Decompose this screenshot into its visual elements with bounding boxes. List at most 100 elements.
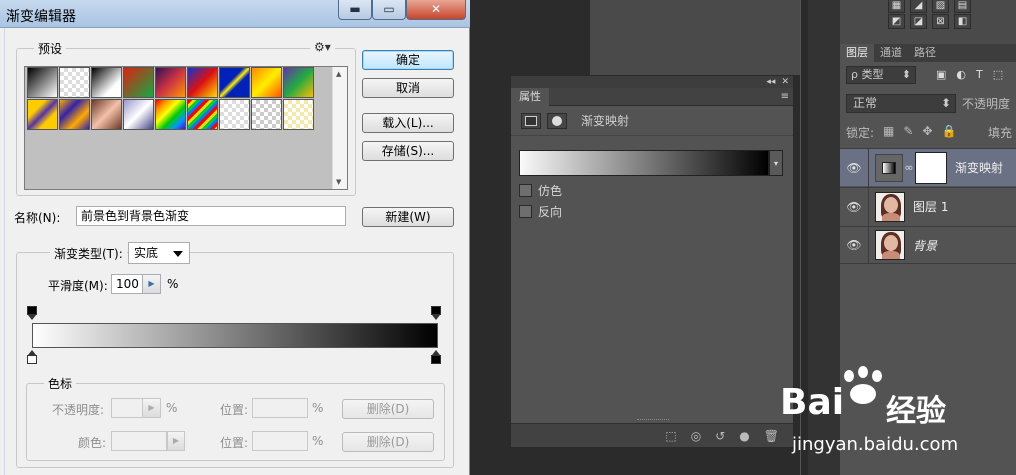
- properties-header: 渐变映射: [511, 106, 793, 136]
- reverse-checkbox[interactable]: [519, 205, 532, 218]
- eye-icon[interactable]: 👁: [840, 238, 868, 252]
- layer-row-gradient-map[interactable]: 👁 ∞ 渐变映射: [840, 148, 1016, 187]
- dialog-titlebar[interactable]: 渐变编辑器 ▬ ▭ ✕: [0, 0, 470, 28]
- link-icon[interactable]: ∞: [903, 161, 915, 174]
- preset-swatch[interactable]: [59, 67, 90, 98]
- lock-image-icon[interactable]: ✎: [903, 124, 913, 141]
- color-swatch[interactable]: [111, 431, 167, 451]
- adjustment-icon[interactable]: [521, 112, 541, 129]
- dither-checkbox[interactable]: [519, 184, 532, 197]
- reset-icon[interactable]: ↺: [715, 429, 725, 443]
- preset-swatch[interactable]: [59, 99, 90, 130]
- maximize-button[interactable]: ▭: [372, 0, 406, 20]
- preset-swatch[interactable]: [91, 67, 122, 98]
- visibility-icon[interactable]: ●: [739, 429, 749, 443]
- tab-paths[interactable]: 路径: [908, 44, 942, 62]
- adjustment-icon-5[interactable]: ◩: [888, 14, 905, 29]
- preset-swatch[interactable]: [123, 99, 154, 130]
- gradient-type-select[interactable]: 实底: [128, 242, 190, 264]
- name-input[interactable]: 前景色到背景色渐变: [76, 206, 346, 226]
- preset-swatch[interactable]: [27, 67, 58, 98]
- clip-to-layer-icon[interactable]: ⬚: [665, 429, 676, 443]
- preset-swatch[interactable]: [91, 99, 122, 130]
- tab-channels[interactable]: 通道: [874, 44, 908, 62]
- layer-row-layer1[interactable]: 👁 图层 1: [840, 187, 1016, 226]
- delete-color-stop-button[interactable]: 删除(D): [342, 432, 434, 452]
- presets-scrollbar[interactable]: ▲ ▼: [332, 67, 347, 189]
- adjustment-icons-row2: ◩ ◪ ⊠ ◧: [888, 14, 971, 29]
- preset-swatch[interactable]: [251, 67, 282, 98]
- lock-position-icon[interactable]: ✥: [922, 124, 932, 141]
- preset-swatch[interactable]: [219, 99, 250, 130]
- gradient-map-preview[interactable]: [519, 150, 769, 176]
- gradient-preview-bar[interactable]: [32, 323, 438, 348]
- close-button[interactable]: ✕: [406, 0, 466, 20]
- color-location-input[interactable]: [252, 431, 308, 451]
- opacity-stop-right[interactable]: [431, 306, 441, 320]
- preset-swatch[interactable]: [251, 99, 282, 130]
- adjustment-icon-1[interactable]: ▦: [888, 0, 905, 13]
- layer-filter-select[interactable]: ρ 类型 ⬍: [846, 66, 916, 84]
- adjustment-icon-4[interactable]: ▤: [954, 0, 971, 13]
- blend-mode-select[interactable]: 正常 ⬍: [846, 94, 956, 113]
- layer-row-background[interactable]: 👁 背景: [840, 226, 1016, 264]
- preset-swatch[interactable]: [187, 99, 218, 130]
- eye-icon[interactable]: 👁: [840, 161, 868, 175]
- presets-gear-icon[interactable]: ⚙▾: [310, 40, 335, 54]
- preset-swatch[interactable]: [155, 99, 186, 130]
- lock-all-icon[interactable]: 🔒: [942, 124, 957, 141]
- preset-swatch[interactable]: [27, 99, 58, 130]
- color-stop-right[interactable]: [431, 350, 441, 364]
- delete-opacity-stop-button[interactable]: 删除(D): [342, 399, 434, 419]
- panel-menu-icon[interactable]: ≡: [781, 91, 793, 102]
- tab-properties[interactable]: 属性: [511, 87, 549, 106]
- minimize-button[interactable]: ▬: [338, 0, 372, 20]
- smoothness-input[interactable]: 100: [111, 274, 143, 294]
- ok-button[interactable]: 确定: [362, 50, 454, 70]
- filter-type-icon[interactable]: T: [976, 68, 983, 81]
- color-menu-stepper[interactable]: ▶: [167, 431, 185, 451]
- gradient-dropdown-arrow[interactable]: ▾: [769, 150, 783, 176]
- collapse-icon[interactable]: ◂◂: [766, 77, 775, 87]
- preset-swatch[interactable]: [219, 67, 250, 98]
- tab-layers[interactable]: 图层: [840, 44, 874, 62]
- properties-topbar: ◂◂ ✕: [511, 76, 793, 88]
- filter-adjust-icon[interactable]: ◐: [956, 68, 966, 81]
- adjustment-icon-7[interactable]: ⊠: [932, 14, 949, 29]
- preset-swatch[interactable]: [155, 67, 186, 98]
- opacity-stepper[interactable]: ▶: [143, 398, 161, 418]
- cancel-button[interactable]: 取消: [362, 78, 454, 98]
- preset-swatch[interactable]: [283, 67, 314, 98]
- filter-shape-icon[interactable]: ⬚: [993, 68, 1003, 81]
- layer-thumbnail[interactable]: [875, 191, 905, 222]
- color-stop-left[interactable]: [27, 350, 37, 364]
- adjustment-icon-6[interactable]: ◪: [910, 14, 927, 29]
- opacity-location-input[interactable]: [252, 398, 308, 418]
- adjustment-icon-8[interactable]: ◧: [954, 14, 971, 29]
- layer-mask-thumbnail[interactable]: [915, 151, 947, 184]
- load-button[interactable]: 载入(L)...: [362, 113, 454, 133]
- opacity-input[interactable]: [111, 398, 143, 418]
- resize-grip[interactable]: [637, 419, 669, 422]
- preset-swatch[interactable]: [123, 67, 154, 98]
- fill-label: 填充: [988, 126, 1013, 140]
- lock-transparent-icon[interactable]: ▦: [883, 124, 894, 141]
- adjustment-icon-3[interactable]: ▨: [932, 0, 949, 13]
- close-icon[interactable]: ✕: [781, 77, 789, 87]
- save-button[interactable]: 存储(S)...: [362, 141, 454, 161]
- filter-pixel-icon[interactable]: ▣: [936, 68, 946, 81]
- adjustment-icon-2[interactable]: ◢: [910, 0, 927, 13]
- dither-option[interactable]: 仿色: [519, 182, 562, 199]
- presets-grid[interactable]: ▲ ▼: [24, 66, 348, 190]
- mask-icon[interactable]: [547, 112, 567, 129]
- reverse-option[interactable]: 反向: [519, 203, 562, 220]
- new-button[interactable]: 新建(W): [362, 207, 454, 227]
- view-previous-icon[interactable]: ◎: [691, 429, 701, 443]
- preset-swatch[interactable]: [187, 67, 218, 98]
- eye-icon[interactable]: 👁: [840, 200, 868, 214]
- layer-thumbnail[interactable]: [875, 230, 905, 260]
- preset-swatch[interactable]: [283, 99, 314, 130]
- gradient-map-thumbnail[interactable]: [875, 153, 903, 182]
- smoothness-stepper[interactable]: ▶: [143, 274, 161, 294]
- opacity-stop-left[interactable]: [27, 306, 37, 320]
